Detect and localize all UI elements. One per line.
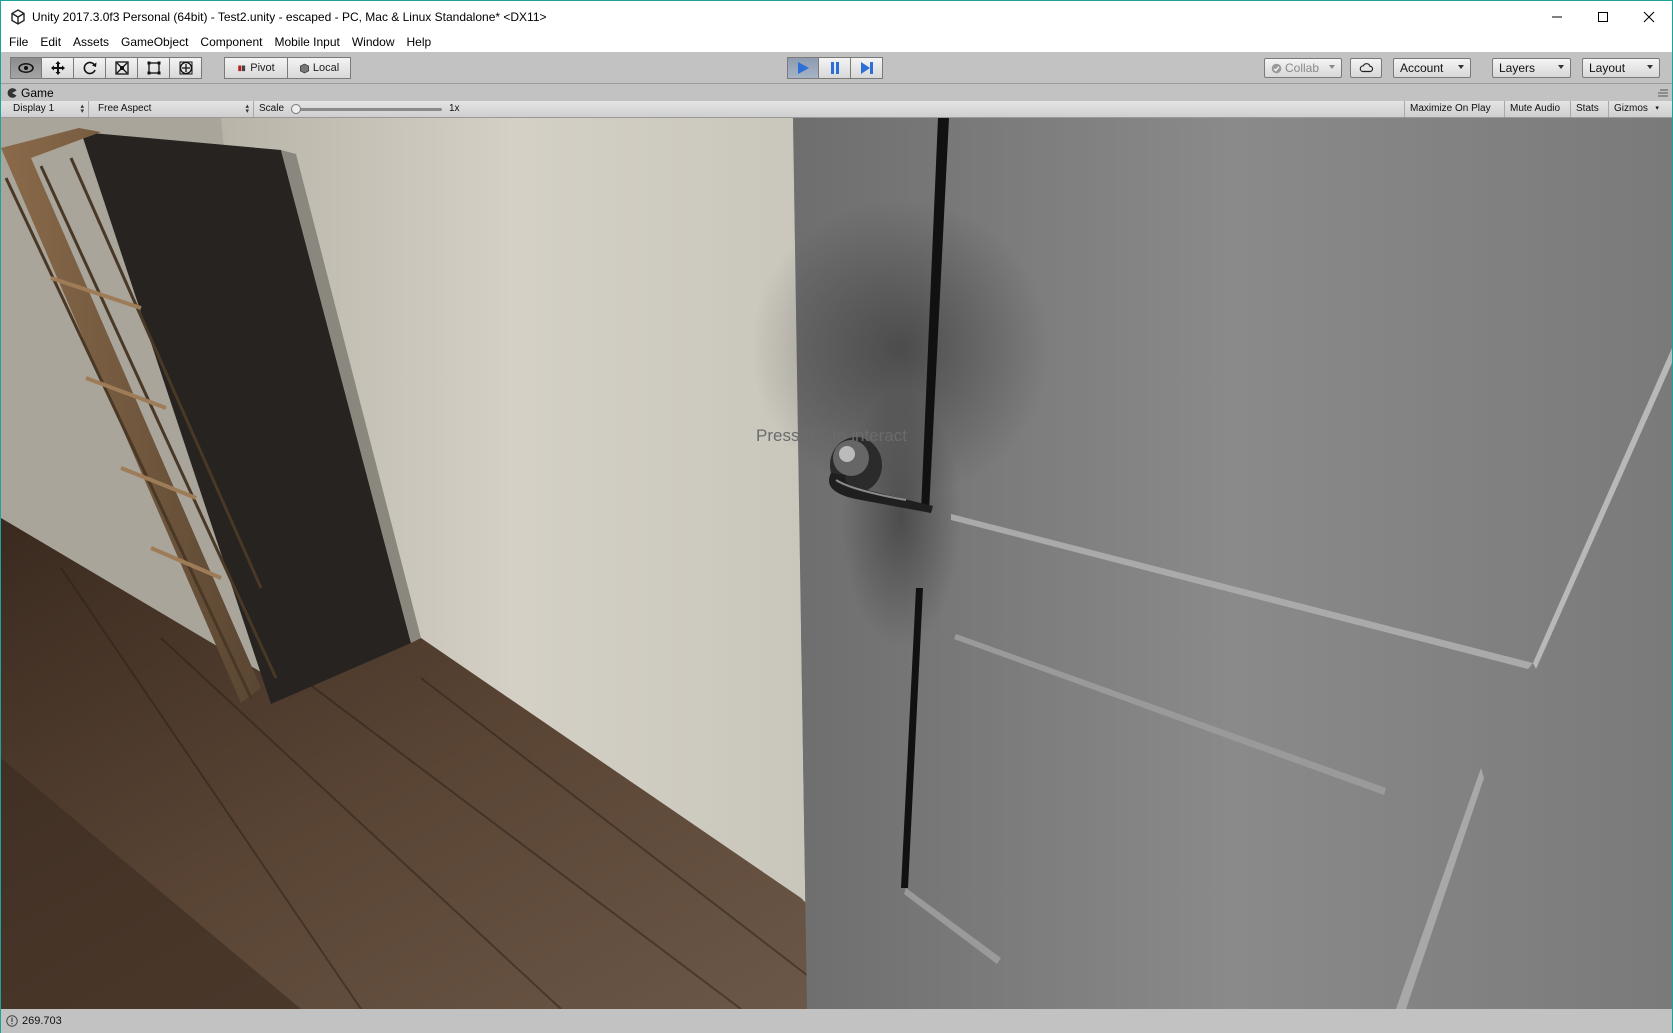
playback-controls — [787, 57, 883, 79]
collab-dropdown[interactable]: Collab — [1264, 58, 1342, 78]
mute-audio-toggle[interactable]: Mute Audio — [1504, 101, 1565, 117]
game-tab-label: Game — [21, 86, 54, 100]
local-toggle-button[interactable]: Local — [288, 57, 351, 79]
pause-button[interactable] — [819, 57, 851, 79]
menu-bar: File Edit Assets GameObject Component Mo… — [1, 32, 1672, 52]
pause-icon — [830, 62, 839, 74]
menu-component[interactable]: Component — [194, 32, 268, 52]
chevron-down-icon — [1558, 65, 1564, 69]
scale-value: 1x — [449, 103, 460, 114]
maximize-on-play-toggle[interactable]: Maximize On Play — [1404, 101, 1496, 117]
game-view-controls: Display 1 ▴ ▾ Free Aspect ▴ ▾ Scale 1x Max… — [1, 101, 1672, 118]
main-toolbar: Pivot Local Collab Account Layers Layout — [1, 52, 1672, 84]
rect-transform-icon — [147, 61, 160, 75]
play-button[interactable] — [787, 57, 819, 79]
game-scene-render — [1, 118, 1672, 1009]
cloud-button[interactable] — [1350, 58, 1382, 78]
info-icon — [6, 1015, 18, 1027]
chevron-down-icon — [1647, 65, 1653, 69]
rect-tool-button[interactable] — [138, 57, 170, 79]
move-tool-button[interactable] — [42, 57, 74, 79]
unity-logo-icon — [11, 8, 25, 25]
pivot-label: Pivot — [250, 62, 275, 74]
hand-tool-button[interactable] — [10, 57, 42, 79]
menu-gameobject[interactable]: GameObject — [115, 32, 194, 52]
menu-window[interactable]: Window — [346, 32, 401, 52]
step-button[interactable] — [851, 57, 883, 79]
updown-arrows-icon: ▴ ▾ — [80, 103, 84, 115]
local-cube-icon — [299, 63, 309, 73]
account-dropdown[interactable]: Account — [1393, 58, 1471, 78]
account-label: Account — [1400, 61, 1444, 75]
check-icon — [1271, 63, 1282, 73]
menu-file[interactable]: File — [3, 32, 34, 52]
transform-tool-button[interactable] — [170, 57, 202, 79]
stats-toggle[interactable]: Stats — [1570, 101, 1604, 117]
rotate-icon — [83, 61, 96, 75]
chevron-down-icon — [1329, 65, 1335, 69]
panel-menu-icon[interactable] — [1658, 89, 1668, 97]
pivot-local-group: Pivot Local — [224, 57, 351, 79]
maximize-button[interactable] — [1580, 1, 1626, 32]
minimize-icon — [1552, 16, 1562, 17]
chevron-down-icon: ▾ — [1655, 105, 1659, 112]
display-label: Display 1 — [13, 103, 55, 114]
display-select[interactable]: Display 1 ▴ ▾ — [7, 101, 89, 117]
aspect-select[interactable]: Free Aspect ▴ ▾ — [92, 101, 254, 117]
collab-label: Collab — [1285, 61, 1320, 75]
status-bar: 269.703 — [1, 1009, 1672, 1033]
menu-help[interactable]: Help — [401, 32, 438, 52]
scale-slider-thumb[interactable] — [291, 104, 301, 114]
close-button[interactable] — [1626, 1, 1672, 32]
step-icon — [860, 62, 873, 74]
menu-edit[interactable]: Edit — [34, 32, 67, 52]
status-message[interactable]: 269.703 — [22, 1015, 62, 1027]
layers-dropdown[interactable]: Layers — [1492, 58, 1571, 78]
maximize-icon — [1598, 11, 1608, 22]
window-title: Unity 2017.3.0f3 Personal (64bit) - Test… — [32, 9, 547, 24]
layers-label: Layers — [1499, 61, 1536, 75]
transform-tools — [10, 57, 202, 79]
scale-slider-track[interactable] — [294, 108, 442, 111]
pivot-toggle-button[interactable]: Pivot — [224, 57, 288, 79]
minimize-button[interactable] — [1534, 1, 1580, 32]
local-label: Local — [312, 62, 340, 74]
menu-assets[interactable]: Assets — [67, 32, 115, 52]
eye-icon — [18, 63, 34, 73]
game-pacman-icon — [7, 88, 17, 98]
cloud-icon — [1359, 63, 1374, 73]
chevron-down-icon — [1458, 65, 1464, 69]
updown-arrows-icon: ▴ ▾ — [245, 103, 249, 115]
gizmos-label: Gizmos — [1614, 103, 1648, 114]
game-view-viewport[interactable]: Press "E" to interact — [1, 118, 1672, 1009]
unity-editor-window: Unity 2017.3.0f3 Personal (64bit) - Test… — [0, 0, 1673, 1033]
close-icon — [1643, 11, 1655, 22]
rotate-tool-button[interactable] — [74, 57, 106, 79]
transform-icon — [179, 61, 192, 75]
aspect-label: Free Aspect — [98, 103, 152, 114]
pivot-icon — [238, 65, 246, 72]
layout-label: Layout — [1589, 61, 1626, 75]
title-bar: Unity 2017.3.0f3 Personal (64bit) - Test… — [1, 1, 1672, 32]
scale-tool-button[interactable] — [106, 57, 138, 79]
scale-label: Scale — [259, 103, 285, 114]
menu-mobile-input[interactable]: Mobile Input — [268, 32, 345, 52]
gizmos-dropdown[interactable]: Gizmos ▾ — [1608, 101, 1662, 117]
interact-prompt: Press "E" to interact — [756, 426, 907, 445]
move-arrows-icon — [50, 61, 65, 75]
play-icon — [798, 62, 809, 74]
layout-dropdown[interactable]: Layout — [1582, 58, 1660, 78]
game-tab-header: Game — [1, 85, 1672, 101]
game-tab[interactable]: Game — [7, 85, 54, 101]
scale-icon — [114, 61, 129, 75]
